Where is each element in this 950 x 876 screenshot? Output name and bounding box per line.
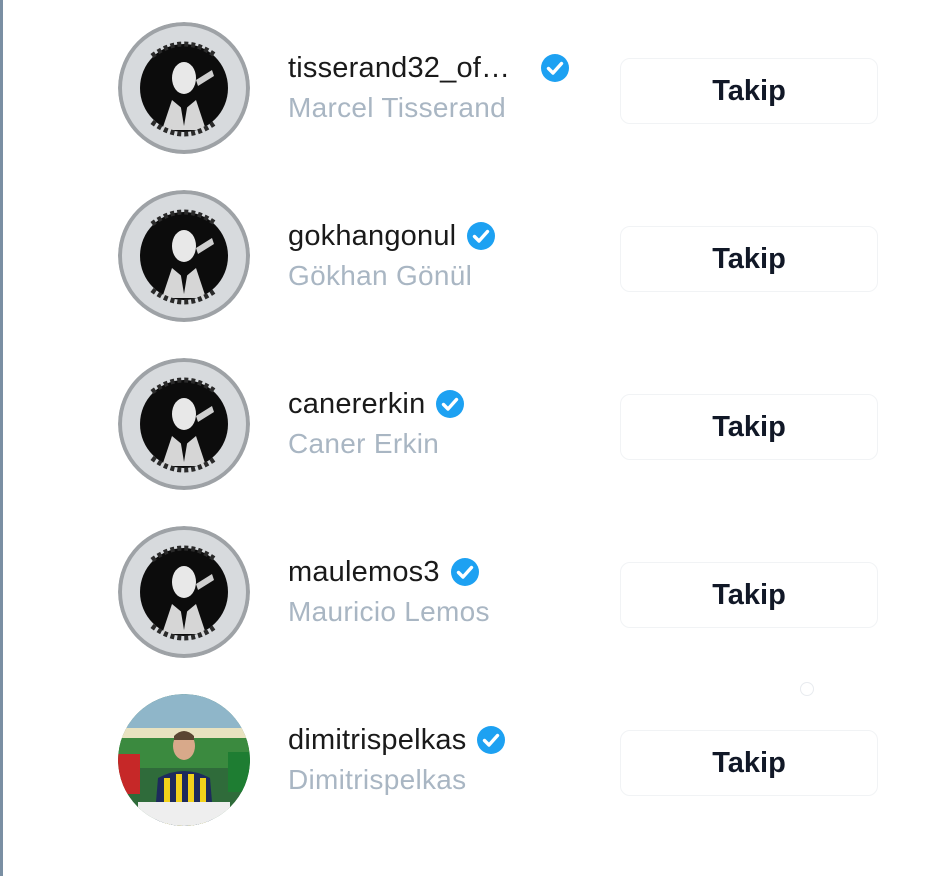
full-name: Dimitrispelkas [288,764,467,795]
bw-portrait-logo-icon [118,190,250,322]
verified-badge-icon [435,389,465,419]
bw-portrait-logo-icon [118,358,250,490]
follow-button[interactable]: Takip [620,730,878,796]
user-names: maulemos3 Mauricio Lemos [288,552,490,628]
player-photo-icon [118,694,250,826]
full-name: Mauricio Lemos [288,596,490,627]
user-names: canererkin Caner Erkin [288,384,465,460]
suggested-accounts-list: tisserand32_of… Marcel Tisserand Takip g… [0,0,950,876]
avatar[interactable] [118,22,250,154]
avatar[interactable] [118,190,250,322]
list-item: canererkin Caner Erkin Takip [0,336,950,504]
user-names: tisserand32_of… Marcel Tisserand [288,48,570,124]
user-names: gokhangonul Gökhan Gönül [288,216,496,292]
avatar[interactable] [118,526,250,658]
avatar[interactable] [118,358,250,490]
verified-badge-icon [450,557,480,587]
username[interactable]: maulemos3 [288,556,440,589]
verified-badge-icon [466,221,496,251]
list-item: tisserand32_of… Marcel Tisserand Takip [0,0,950,168]
verified-badge-icon [540,53,570,83]
follow-button[interactable]: Takip [620,394,878,460]
username[interactable]: tisserand32_of… [288,52,510,85]
follow-button[interactable]: Takip [620,58,878,124]
full-name: Gökhan Gönül [288,260,473,291]
username[interactable]: dimitrispelkas [288,724,466,757]
username[interactable]: gokhangonul [288,220,456,253]
avatar[interactable] [118,694,250,826]
follow-button[interactable]: Takip [620,562,878,628]
user-names: dimitrispelkas Dimitrispelkas [288,720,506,796]
username[interactable]: canererkin [288,388,425,421]
list-item: maulemos3 Mauricio Lemos Takip [0,504,950,672]
follow-button[interactable]: Takip [620,226,878,292]
verified-badge-icon [476,725,506,755]
full-name: Marcel Tisserand [288,92,506,123]
bw-portrait-logo-icon [118,22,250,154]
full-name: Caner Erkin [288,428,440,459]
list-item: dimitrispelkas Dimitrispelkas Takip [0,672,950,840]
list-item: gokhangonul Gökhan Gönül Takip [0,168,950,336]
bw-portrait-logo-icon [118,526,250,658]
